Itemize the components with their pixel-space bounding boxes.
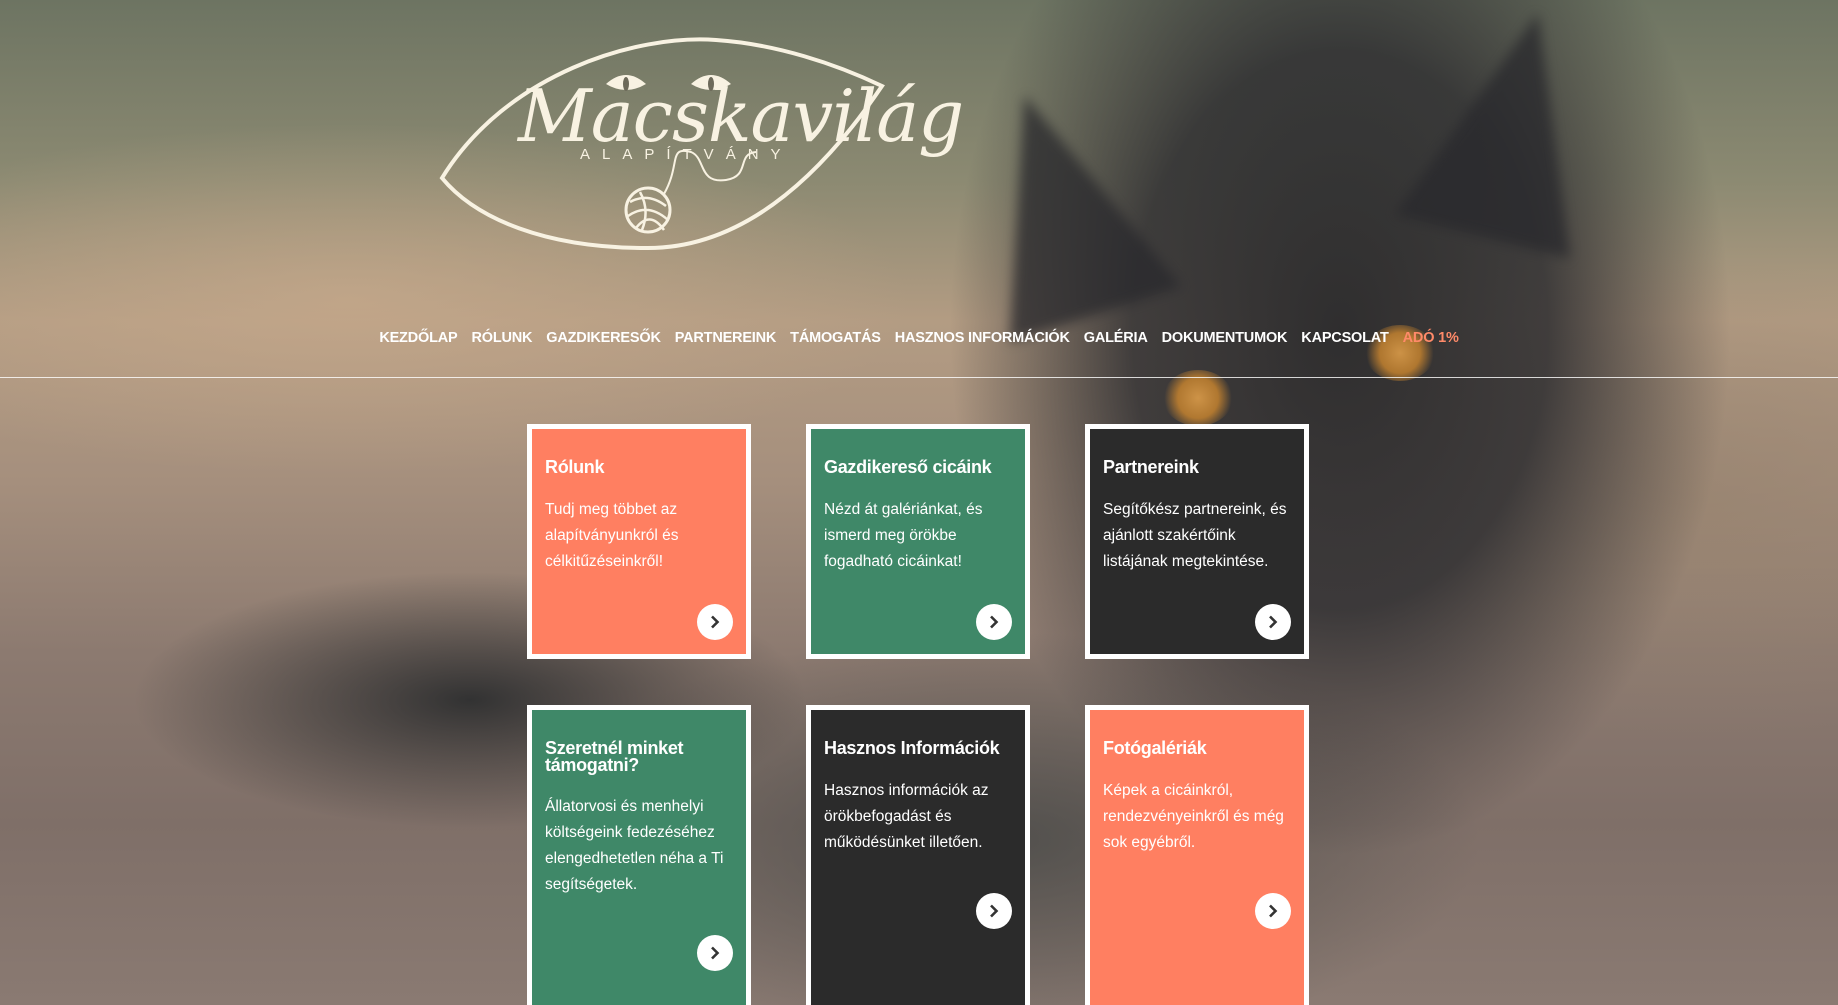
card-partnereink[interactable]: Partnereink Segítőkész partnereink, és a… xyxy=(1085,424,1309,659)
nav-item-galeria[interactable]: GALÉRIA xyxy=(1084,330,1148,346)
background-cat-ear-left xyxy=(938,67,1182,343)
main-nav: KEZDŐLAP RÓLUNK GAZDIKERESŐK PARTNEREINK… xyxy=(0,330,1838,346)
card-text: Segítőkész partnereink, és ajánlott szak… xyxy=(1103,501,1287,570)
card-title: Rólunk xyxy=(545,457,605,477)
nav-item-ado-1-szazalek[interactable]: ADÓ 1% xyxy=(1403,330,1459,346)
nav-divider xyxy=(0,377,1838,378)
site-logo[interactable]: Macskavilág ALAPÍTVÁNY xyxy=(436,34,964,254)
chevron-right-icon xyxy=(1269,615,1278,629)
card-fotogaleriak[interactable]: Fotógalériák Képek a cicáinkról, rendezv… xyxy=(1085,705,1309,1005)
background-cat-ear-right xyxy=(1394,0,1626,259)
logo-subtitle: ALAPÍTVÁNY xyxy=(580,146,793,163)
nav-item-partnereink[interactable]: PARTNEREINK xyxy=(675,330,777,346)
page: Macskavilág ALAPÍTVÁNY KEZDŐLAP RÓLUNK G… xyxy=(0,0,1838,1005)
card-arrow-button[interactable] xyxy=(1255,604,1291,640)
card-title: Fotógalériák xyxy=(1103,738,1207,758)
card-text: Nézd át galériánkat, és ismerd meg örökb… xyxy=(824,501,983,570)
nav-item-kezdolap[interactable]: KEZDŐLAP xyxy=(379,330,457,346)
card-arrow-button[interactable] xyxy=(1255,893,1291,929)
card-text: Képek a cicáinkról, rendezvényeinkről és… xyxy=(1103,782,1284,851)
background-cat-eye-left xyxy=(1163,370,1233,426)
card-text: Hasznos információk az örökbefogadást és… xyxy=(824,782,989,851)
card-gazdikereso-cicaink[interactable]: Gazdikereső cicáink Nézd át galériánkat,… xyxy=(806,424,1030,659)
chevron-right-icon xyxy=(1269,904,1278,918)
chevron-right-icon xyxy=(990,615,999,629)
card-rolunk[interactable]: Rólunk Tudj meg többet az alapítványunkr… xyxy=(527,424,751,659)
card-arrow-button[interactable] xyxy=(976,604,1012,640)
chevron-right-icon xyxy=(711,946,720,960)
card-text: Állatorvosi és menhelyi költségeink fede… xyxy=(545,798,724,893)
card-title: Partnereink xyxy=(1103,457,1199,477)
card-arrow-button[interactable] xyxy=(697,935,733,971)
card-tamogatas[interactable]: Szeretnél minket támogatni? Állatorvosi … xyxy=(527,705,751,1005)
nav-item-rolunk[interactable]: RÓLUNK xyxy=(471,330,532,346)
chevron-right-icon xyxy=(990,904,999,918)
card-title: Hasznos Információk xyxy=(824,738,1000,758)
chevron-right-icon xyxy=(711,615,720,629)
nav-item-dokumentumok[interactable]: DOKUMENTUMOK xyxy=(1162,330,1288,346)
nav-item-gazdikeresok[interactable]: GAZDIKERESŐK xyxy=(546,330,661,346)
nav-item-kapcsolat[interactable]: KAPCSOLAT xyxy=(1301,330,1389,346)
nav-item-tamogatas[interactable]: TÁMOGATÁS xyxy=(790,330,881,346)
card-title: Szeretnél minket támogatni? xyxy=(545,738,684,775)
nav-item-hasznos-informaciok[interactable]: HASZNOS INFORMÁCIÓK xyxy=(895,330,1070,346)
card-arrow-button[interactable] xyxy=(976,893,1012,929)
card-arrow-button[interactable] xyxy=(697,604,733,640)
card-title: Gazdikereső cicáink xyxy=(824,457,992,477)
card-hasznos-informaciok[interactable]: Hasznos Információk Hasznos információk … xyxy=(806,705,1030,1005)
card-text: Tudj meg többet az alapítványunkról és c… xyxy=(545,501,679,570)
